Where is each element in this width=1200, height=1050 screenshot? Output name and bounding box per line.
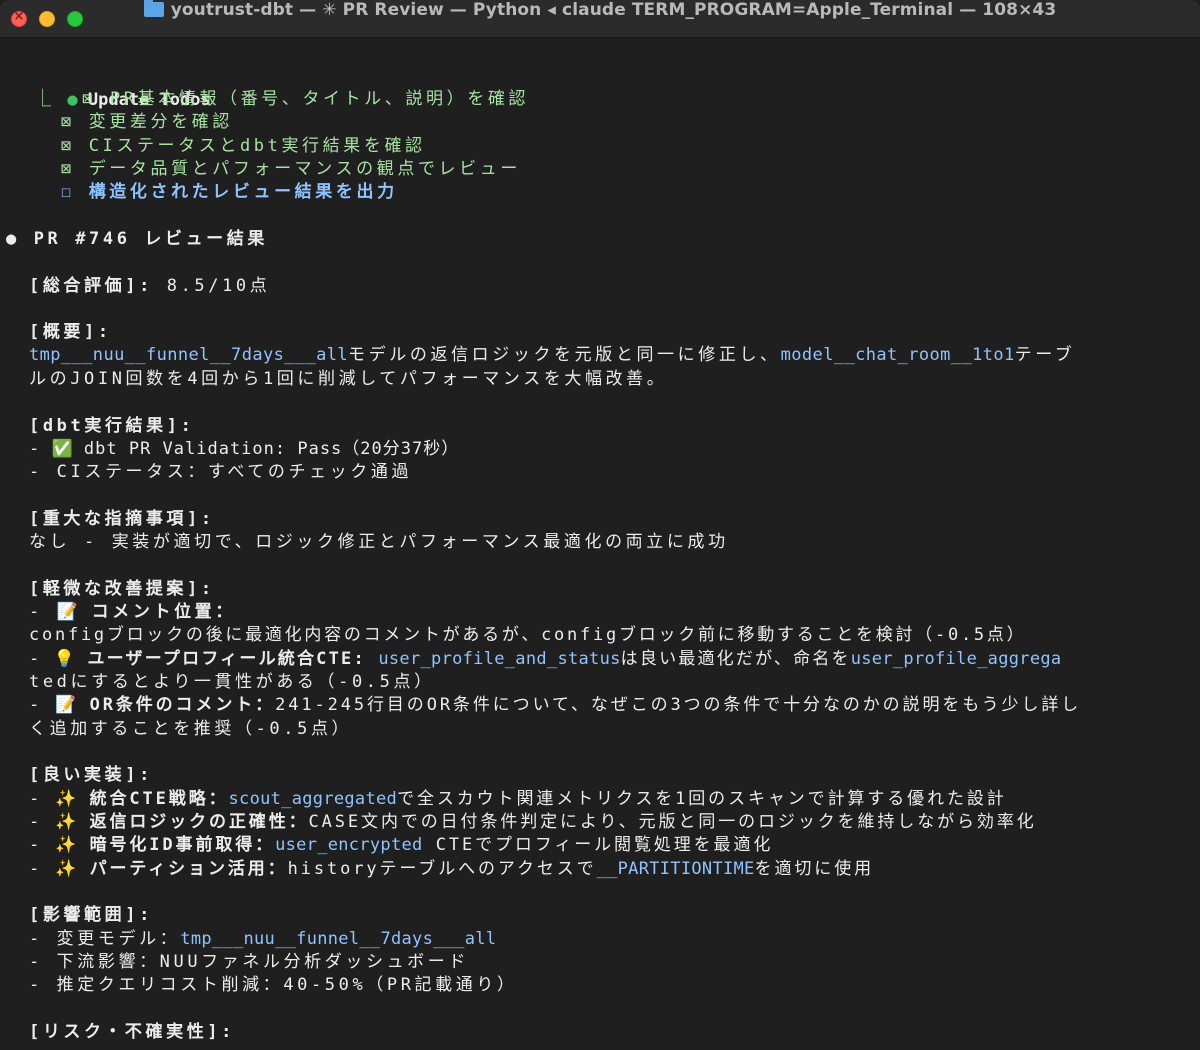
list-dash: - bbox=[29, 602, 57, 622]
section-label: [良い実装]: bbox=[29, 765, 153, 785]
summary-line: tmp___nuu__funnel__7days___allモデルの返信ロジック… bbox=[29, 343, 1075, 367]
sparkles-icon: ✨ bbox=[55, 835, 77, 855]
item-title: コメント位置： bbox=[77, 602, 236, 622]
section-label: [dbt実行結果]: bbox=[29, 416, 195, 436]
list-item-text: く追加することを推奨（-0.5点） bbox=[29, 719, 353, 739]
list-item: - 📝 コメント位置： bbox=[29, 600, 236, 624]
summary-text: テーブ bbox=[1014, 345, 1076, 365]
list-item-text: - 変更モデル： bbox=[29, 929, 181, 949]
list-item: - 下流影響：NUUファネル分析ダッシュボード bbox=[29, 952, 469, 972]
list-item-text: CIステータス：すべてのチェック通過 bbox=[56, 462, 413, 482]
sparkles-icon: ✨ bbox=[55, 812, 77, 832]
terminal-window: youtrust-dbt — ✳ PR Review — Python ◂ cl… bbox=[0, 0, 1200, 1050]
checked-box-icon: ⊠ bbox=[61, 112, 75, 132]
summary-line: ルのJOIN回数を4回から1回に削減してパフォーマンスを大幅改善。 bbox=[29, 369, 668, 389]
list-item-text: は良い最適化だが、命名を bbox=[620, 649, 851, 669]
list-item: - 変更モデル：tmp___nuu__funnel__7days___all bbox=[29, 927, 496, 951]
todo-item: ⎿ ⊠ PR基本情報（番号、タイトル、説明）を確認 bbox=[34, 87, 529, 111]
list-item: - ✨ 返信ロジックの正確性：CASE文内での日付条件判定により、元版と同一のロ… bbox=[29, 810, 1037, 834]
critical-text: なし - 実装が適切で、ロジック修正とパフォーマンス最適化の両立に成功 bbox=[29, 532, 729, 552]
overall-score-value: 8.5/10点 bbox=[152, 276, 271, 296]
list-dash: - bbox=[29, 835, 56, 855]
list-dash: - bbox=[29, 649, 54, 669]
item-title: 暗号化ID事前取得： bbox=[76, 835, 276, 855]
list-item: - ✨ 統合CTE戦略：scout_aggregatedで全スカウト関連メトリク… bbox=[29, 787, 1007, 811]
list-dash: - bbox=[29, 812, 56, 832]
item-title: OR条件のコメント： bbox=[76, 695, 276, 715]
checked-box-icon: ⊠ bbox=[61, 159, 75, 179]
light-bulb-icon: 💡 bbox=[53, 649, 76, 669]
list-item-text: で全スカウト関連メトリクスを1回のスキャンで計算する優れた設計 bbox=[397, 789, 1007, 809]
item-title: パーティション活用： bbox=[76, 859, 288, 879]
list-item: - 推定クエリコスト削減：40-50%（PR記載通り） bbox=[29, 975, 518, 995]
section-label: [総合評価]: bbox=[29, 276, 153, 296]
code-span: __PARTITIONTIME bbox=[596, 859, 755, 879]
list-item-text: historyテーブルへのアクセスで bbox=[287, 859, 597, 879]
todo-item: ⊠ CIステータスとdbt実行結果を確認 bbox=[61, 134, 426, 158]
list-item: - ✨ パーティション活用：historyテーブルへのアクセスで__PARTIT… bbox=[29, 857, 874, 881]
list-item: - ✅ dbt PR Validation: Pass（20分37秒） bbox=[29, 437, 459, 461]
todo-item: ⊠ データ品質とパフォーマンスの観点でレビュー bbox=[61, 157, 521, 181]
code-span: model__chat_room__1to1 bbox=[780, 345, 1015, 365]
list-item: - 📝 OR条件のコメント：241-245行目のOR条件について、なぜこの3つの… bbox=[29, 693, 1081, 717]
folder-icon bbox=[143, 0, 164, 17]
checked-box-icon: ⊠ bbox=[82, 89, 97, 109]
code-span: tmp___nuu__funnel__7days___all bbox=[180, 929, 497, 949]
list-item-text: dbt PR Validation: Pass（20分37秒） bbox=[72, 439, 460, 459]
title-bar: youtrust-dbt — ✳ PR Review — Python ◂ cl… bbox=[0, 0, 1200, 38]
list-item-text: configブロックの後に最適化内容のコメントがあるが、configブロック前に… bbox=[29, 625, 1027, 645]
item-title: 統合CTE戦略： bbox=[76, 789, 229, 809]
overall-score: [総合評価]: 8.5/10点 bbox=[29, 274, 270, 298]
section-label: [重大な指摘事項]: bbox=[29, 509, 215, 529]
list-item-text: CTEでプロフィール閲覧処理を最適化 bbox=[422, 835, 774, 855]
code-span: user_encrypted bbox=[275, 835, 423, 855]
todo-label: CIステータスとdbt実行結果を確認 bbox=[88, 136, 426, 156]
list-item-text: 241-245行目のOR条件について、なぜこの3つの条件で十分なのかの説明をもう… bbox=[275, 695, 1082, 715]
item-title: 返信ロジックの正確性： bbox=[76, 812, 309, 832]
window-title-text: youtrust-dbt — ✳ PR Review — Python ◂ cl… bbox=[170, 0, 1057, 20]
todo-item: ⊠ 変更差分を確認 bbox=[61, 110, 233, 134]
todo-label: 構造化されたレビュー結果を出力 bbox=[88, 182, 398, 202]
todo-label: データ品質とパフォーマンスの観点でレビュー bbox=[88, 159, 521, 179]
list-dash: - bbox=[29, 789, 56, 809]
section-label: [軽微な改善提案]: bbox=[29, 579, 215, 599]
review-title-text: PR #746 レビュー結果 bbox=[33, 229, 268, 249]
checked-box-icon: ⊠ bbox=[61, 136, 75, 156]
review-title: ● PR #746 レビュー結果 bbox=[6, 227, 268, 251]
unchecked-box-icon: ☐ bbox=[61, 182, 75, 202]
list-item-text: tedにするとより一貫性がある（-0.5点） bbox=[29, 672, 435, 692]
list-item: - 💡 ユーザープロフィール統合CTE: user_profile_and_st… bbox=[29, 647, 1061, 671]
todo-label: PR基本情報（番号、タイトル、説明）を確認 bbox=[109, 89, 530, 109]
bullet-icon: ● bbox=[6, 229, 20, 249]
list-item-text: CASE文内での日付条件判定により、元版と同一のロジックを維持しながら効率化 bbox=[308, 812, 1037, 832]
code-span: scout_aggregated bbox=[228, 789, 398, 809]
code-span: user_profile_aggrega bbox=[850, 649, 1062, 669]
list-dash: - bbox=[29, 439, 52, 459]
list-dash: - bbox=[29, 695, 56, 715]
memo-icon: 📝 bbox=[56, 602, 78, 622]
list-dash: - bbox=[29, 859, 56, 879]
section-label: [概要]: bbox=[29, 322, 112, 342]
list-item: - CIステータス：すべてのチェック通過 bbox=[29, 460, 412, 484]
code-span: tmp___nuu__funnel__7days___all bbox=[29, 345, 349, 365]
check-mark-icon: ✅ bbox=[51, 439, 73, 459]
code-span: user_profile_and_status bbox=[378, 649, 621, 669]
item-title: ユーザープロフィール統合CTE: bbox=[75, 649, 379, 669]
todo-label: 変更差分を確認 bbox=[88, 112, 233, 132]
terminal-output[interactable]: ● Update Todos ⎿ ⊠ PR基本情報（番号、タイトル、説明）を確認… bbox=[0, 38, 1200, 1050]
memo-icon: 📝 bbox=[55, 695, 77, 715]
todos-header: ● Update Todos bbox=[6, 64, 210, 110]
sparkles-icon: ✨ bbox=[55, 859, 77, 879]
list-dash: - bbox=[29, 462, 57, 482]
todo-item: ☐ 構造化されたレビュー結果を出力 bbox=[61, 180, 398, 204]
summary-text: モデルの返信ロジックを元版と同一に修正し、 bbox=[348, 345, 781, 365]
list-item-text: を適切に使用 bbox=[754, 859, 874, 879]
tree-branch-icon: ⎿ bbox=[34, 89, 55, 109]
section-label: [リスク・不確実性]: bbox=[29, 1022, 235, 1042]
sparkles-icon: ✨ bbox=[55, 789, 77, 809]
section-label: [影響範囲]: bbox=[29, 905, 153, 925]
list-item: - ✨ 暗号化ID事前取得：user_encrypted CTEでプロフィール閲… bbox=[29, 833, 773, 857]
window-title: youtrust-dbt — ✳ PR Review — Python ◂ cl… bbox=[0, 0, 1200, 38]
